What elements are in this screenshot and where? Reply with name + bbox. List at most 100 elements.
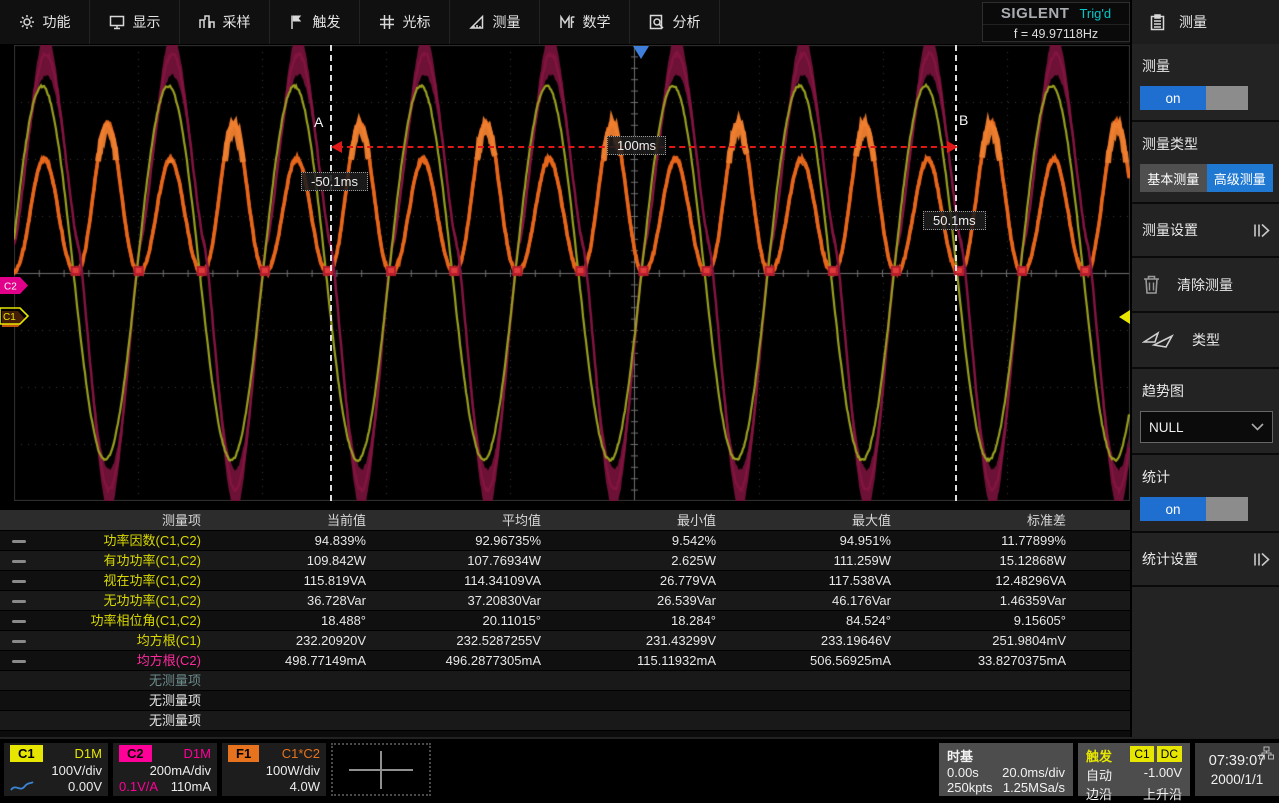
probe-squiggle-icon xyxy=(10,781,34,792)
table-row[interactable]: 无测量项 xyxy=(0,671,1130,691)
measure-kind-row[interactable]: 类型 xyxy=(1132,313,1279,369)
measurement-name: 无测量项 xyxy=(149,673,201,688)
trend-dropdown[interactable]: NULL xyxy=(1140,411,1273,443)
channel1-box[interactable]: C1 D1M 100V/div 0.00V xyxy=(4,743,108,796)
measurement-name: 均方根(C1) xyxy=(137,633,201,648)
table-row[interactable]: 无测量项 xyxy=(0,691,1130,711)
mean-value xyxy=(380,711,555,730)
trend-label: 趋势图 xyxy=(1142,381,1273,401)
measurement-name: 功率相位角(C1,C2) xyxy=(90,613,201,628)
menu-acquire[interactable]: 采样 xyxy=(180,0,270,44)
stddev-value xyxy=(905,671,1080,690)
measurement-name: 功率因数(C1,C2) xyxy=(103,533,201,548)
measure-toggle[interactable]: on xyxy=(1140,86,1248,110)
table-row[interactable]: 视在功率(C1,C2) 115.819VA 114.34109VA 26.779… xyxy=(0,571,1130,591)
table-row[interactable]: 无功功率(C1,C2) 36.728Var 37.20830Var 26.539… xyxy=(0,591,1130,611)
menu-display-label: 显示 xyxy=(133,12,161,32)
trigger-status: Trig'd xyxy=(1079,6,1111,21)
row-dash-icon xyxy=(12,640,26,643)
table-row[interactable]: 无测量项 xyxy=(0,711,1130,731)
basic-measure-button[interactable]: 基本测量 xyxy=(1140,164,1207,192)
current-value: 18.488° xyxy=(205,611,380,630)
table-row[interactable]: 有功功率(C1,C2) 109.842W 107.76934W 2.625W 1… xyxy=(0,551,1130,571)
math-f1-offset: 4.0W xyxy=(290,779,320,794)
timebase-points: 250kpts xyxy=(947,780,993,795)
clock-date: 2000/1/1 xyxy=(1211,772,1264,787)
current-value: 498.77149mA xyxy=(205,651,380,670)
channel2-marker-label: C2 xyxy=(4,282,17,293)
max-value: 111.259W xyxy=(730,551,905,570)
clear-measure-row[interactable]: 清除测量 xyxy=(1132,258,1279,313)
menu-math-label: 数学 xyxy=(583,12,611,32)
cursor-a-time-label[interactable]: -50.1ms xyxy=(301,172,368,191)
stddev-value: 251.9804mV xyxy=(905,631,1080,650)
advanced-measure-button[interactable]: 高级测量 xyxy=(1207,164,1274,192)
cursor-b-time-label[interactable]: 50.1ms xyxy=(923,211,986,230)
clipboard-icon xyxy=(1150,14,1165,31)
clear-measure-label: 清除测量 xyxy=(1177,275,1233,295)
table-row[interactable]: 功率因数(C1,C2) 94.839% 92.96735% 9.542% 94.… xyxy=(0,531,1130,551)
channel1-offset-marker[interactable]: C1 xyxy=(0,307,34,327)
menu-analysis[interactable]: 分析 xyxy=(630,0,720,44)
menu-display[interactable]: 显示 xyxy=(90,0,180,44)
chevron-down-icon xyxy=(1251,423,1264,431)
timebase-title: 时基 xyxy=(947,746,973,765)
channel1-badge: C1 xyxy=(10,745,43,762)
menu-cursors-label: 光标 xyxy=(403,12,431,32)
row-dash-icon xyxy=(12,560,26,563)
mean-value: 20.11015° xyxy=(380,611,555,630)
measurement-name: 无测量项 xyxy=(149,693,201,708)
stats-toggle[interactable]: on xyxy=(1140,497,1248,521)
measure-toggle-off[interactable] xyxy=(1206,86,1248,110)
math-f1-expression: C1*C2 xyxy=(282,746,320,761)
menu-measure[interactable]: 测量 xyxy=(450,0,540,44)
channel1-offset: 0.00V xyxy=(68,779,102,794)
measure-settings-row[interactable]: 测量设置 xyxy=(1132,204,1279,258)
trigger-flag-icon xyxy=(289,14,305,30)
menu-analysis-label: 分析 xyxy=(673,12,701,32)
measure-kind-icon xyxy=(1142,329,1176,351)
menu-math[interactable]: 数学 xyxy=(540,0,630,44)
menu-trigger[interactable]: 触发 xyxy=(270,0,360,44)
stddev-value xyxy=(905,691,1080,710)
table-row[interactable]: 均方根(C1) 232.20920V 232.5287255V 231.4329… xyxy=(0,631,1130,651)
mean-value: 92.96735% xyxy=(380,531,555,550)
menu-cursors[interactable]: 光标 xyxy=(360,0,450,44)
stats-toggle-off[interactable] xyxy=(1206,497,1248,521)
measure-toggle-on[interactable]: on xyxy=(1140,86,1206,110)
timebase-box[interactable]: 时基 0.00s 20.0ms/div 250kpts 1.25MSa/s xyxy=(939,743,1073,796)
channel2-offset-marker[interactable]: C2 xyxy=(0,277,30,294)
measure-settings-label: 测量设置 xyxy=(1142,220,1198,240)
stats-settings-row[interactable]: 统计设置 xyxy=(1132,533,1279,587)
trigger-title: 触发 xyxy=(1086,746,1112,765)
trigger-position-marker[interactable] xyxy=(633,46,649,59)
measure-sidebar: 测量 on 测量类型 基本测量 高级测量 测量设置 清除测量 xyxy=(1130,44,1279,737)
math-f1-scale: 100W/div xyxy=(228,763,320,778)
cursor-b-line[interactable] xyxy=(955,45,957,501)
menu-utility-label: 功能 xyxy=(43,12,71,32)
cursor-delta-label[interactable]: 100ms xyxy=(607,136,666,155)
stats-toggle-on[interactable]: on xyxy=(1140,497,1206,521)
trigger-level-marker[interactable] xyxy=(1119,310,1130,324)
add-channel-box[interactable] xyxy=(331,743,431,796)
cursor-grid-icon xyxy=(379,14,395,30)
current-value: 94.839% xyxy=(205,531,380,550)
mean-value: 37.20830Var xyxy=(380,591,555,610)
table-row[interactable]: 功率相位角(C1,C2) 18.488° 20.11015° 18.284° 8… xyxy=(0,611,1130,631)
measure-label: 测量 xyxy=(1142,56,1273,76)
cursor-a-line[interactable] xyxy=(330,45,332,501)
mean-value xyxy=(380,691,555,710)
trigger-slope: 上升沿 xyxy=(1143,784,1182,803)
max-value xyxy=(730,691,905,710)
math-f1-box[interactable]: F1 C1*C2 100W/div 4.0W xyxy=(222,743,326,796)
menu-utility[interactable]: 功能 xyxy=(0,0,90,44)
trigger-box[interactable]: 触发 C1 DC 自动 -1.00V 边沿 上升沿 xyxy=(1078,743,1190,796)
table-row[interactable]: 均方根(C2) 498.77149mA 496.2877305mA 115.11… xyxy=(0,651,1130,671)
measurement-name: 视在功率(C1,C2) xyxy=(103,573,201,588)
channel2-box[interactable]: C2 D1M 200mA/div 0.1V/A 110mA xyxy=(113,743,217,796)
col-header: 标准差 xyxy=(905,510,1080,530)
timebase-delay: 0.00s xyxy=(947,765,979,780)
analysis-icon xyxy=(649,14,665,30)
mean-value: 107.76934W xyxy=(380,551,555,570)
math-icon xyxy=(559,14,575,30)
